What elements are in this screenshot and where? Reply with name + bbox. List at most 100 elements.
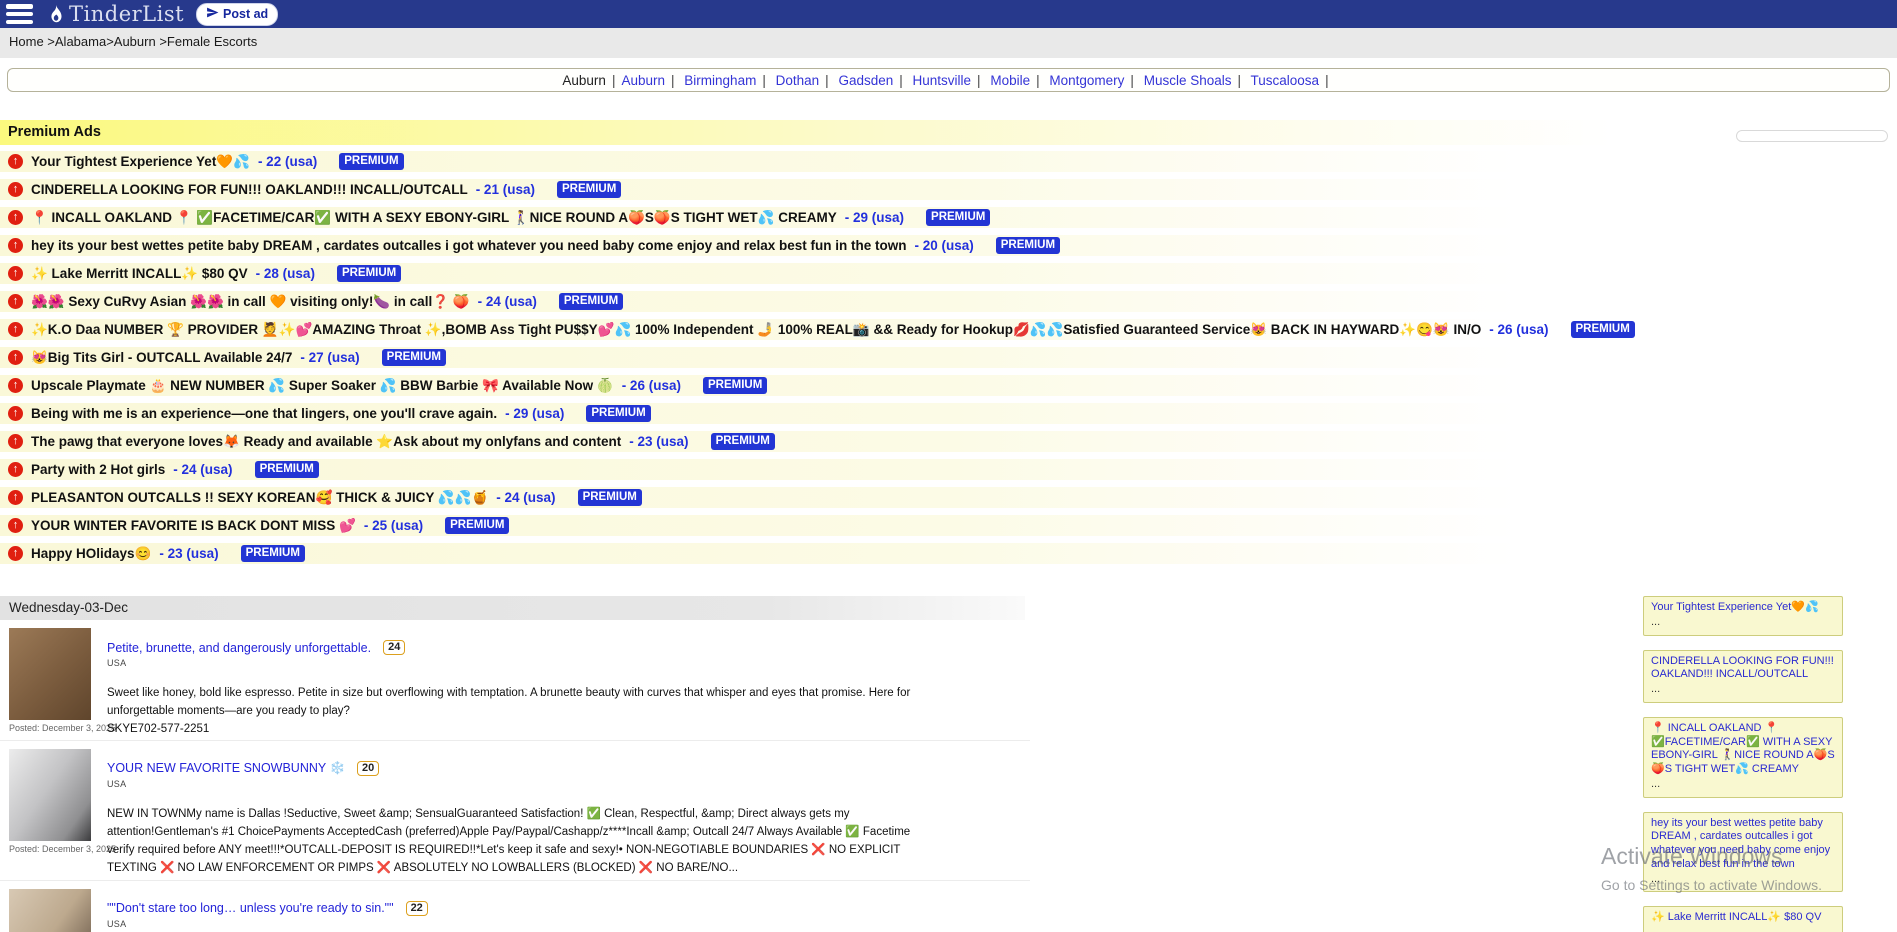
- premium-ad-title-link[interactable]: Happy HOlidays😊: [31, 546, 151, 562]
- premium-ad-age: - 24 (usa): [478, 294, 537, 309]
- bump-up-icon: ↑: [8, 210, 23, 225]
- premium-ad-age: - 27 (usa): [300, 350, 359, 365]
- premium-ad-age: - 25 (usa): [364, 518, 423, 533]
- premium-badge: PREMIUM: [926, 209, 990, 226]
- city-link[interactable]: Muscle Shoals: [1144, 73, 1232, 88]
- premium-ad-title-link[interactable]: Your Tightest Experience Yet🧡💦: [31, 154, 250, 170]
- city-separator: |: [899, 73, 903, 88]
- premium-ad-row[interactable]: ↑ hey its your best wettes petite baby D…: [0, 235, 1897, 256]
- listing-thumbnail[interactable]: [9, 749, 91, 841]
- listing-title-link[interactable]: ""Don't stare too long… unless you're re…: [107, 901, 394, 915]
- premium-badge: PREMIUM: [445, 517, 509, 534]
- bump-up-icon: ↑: [8, 294, 23, 309]
- listing-posted-date: Posted: December 3, 2025: [9, 844, 94, 854]
- premium-ads-title: Premium Ads: [0, 120, 1897, 145]
- premium-ad-title-link[interactable]: Party with 2 Hot girls: [31, 462, 165, 477]
- empty-input-box[interactable]: [1736, 130, 1888, 142]
- premium-ad-row[interactable]: ↑ The pawg that everyone loves🦊 Ready an…: [0, 431, 1897, 452]
- premium-ad-title-link[interactable]: YOUR WINTER FAVORITE IS BACK DONT MISS 💕: [31, 518, 356, 534]
- premium-ad-title-link[interactable]: The pawg that everyone loves🦊 Ready and …: [31, 434, 621, 450]
- hamburger-menu-icon[interactable]: [6, 4, 33, 24]
- sidebar-ad-box[interactable]: Your Tightest Experience Yet🧡💦 ...: [1643, 596, 1843, 636]
- premium-ad-title-link[interactable]: 📍 INCALL OAKLAND 📍 ✅FACETIME/CAR✅ WITH A…: [31, 210, 837, 226]
- premium-ad-title-link[interactable]: PLEASANTON OUTCALLS !! SEXY KOREAN🥰 THIC…: [31, 490, 488, 506]
- bump-up-icon: ↑: [8, 350, 23, 365]
- city-separator: |: [1036, 73, 1040, 88]
- premium-ad-title-link[interactable]: 🌺🌺 Sexy CuRvy Asian 🌺🌺 in call 🧡 visitin…: [31, 294, 470, 310]
- premium-ad-title-link[interactable]: hey its your best wettes petite baby DRE…: [31, 238, 906, 253]
- sidebar-ad-link[interactable]: Your Tightest Experience Yet🧡💦: [1651, 601, 1835, 615]
- city-separator: |: [1130, 73, 1134, 88]
- listing-location: USA: [107, 658, 1030, 668]
- post-ad-button[interactable]: Post ad: [196, 3, 278, 26]
- premium-ad-age: - 23 (usa): [159, 546, 218, 561]
- bump-up-icon: ↑: [8, 182, 23, 197]
- premium-ad-row[interactable]: ↑ YOUR WINTER FAVORITE IS BACK DONT MISS…: [0, 515, 1897, 536]
- premium-ad-row[interactable]: ↑ Party with 2 Hot girls - 24 (usa) PREM…: [0, 459, 1897, 480]
- listing-thumb-column: Posted: December 3, 2025: [9, 628, 94, 738]
- flame-icon: [45, 3, 67, 25]
- sidebar-ad-link[interactable]: hey its your best wettes petite baby DRE…: [1651, 817, 1835, 872]
- premium-ad-row[interactable]: ↑ 😻Big Tits Girl - OUTCALL Available 24/…: [0, 347, 1897, 368]
- premium-ad-row[interactable]: ↑ PLEASANTON OUTCALLS !! SEXY KOREAN🥰 TH…: [0, 487, 1897, 508]
- premium-badge: PREMIUM: [337, 265, 401, 282]
- sidebar-ad-link[interactable]: 📍 INCALL OAKLAND 📍 ✅FACETIME/CAR✅ WITH A…: [1651, 722, 1835, 777]
- premium-ad-row[interactable]: ↑ Being with me is an experience—one tha…: [0, 403, 1897, 424]
- premium-ad-row[interactable]: ↑ Upscale Playmate 🎂 NEW NUMBER 💦 Super …: [0, 375, 1897, 396]
- listing-body: ""Don't stare too long… unless you're re…: [107, 889, 1030, 932]
- city-link[interactable]: Montgomery: [1049, 73, 1124, 88]
- sidebar-ad-more: ...: [1651, 616, 1835, 630]
- paper-plane-icon: [206, 6, 219, 22]
- premium-ad-title-link[interactable]: Being with me is an experience—one that …: [31, 406, 497, 421]
- premium-badge: PREMIUM: [255, 461, 319, 478]
- sidebar-ad-link[interactable]: CINDERELLA LOOKING FOR FUN!!! OAKLAND!!!…: [1651, 655, 1835, 683]
- premium-ad-row[interactable]: ↑ 🌺🌺 Sexy CuRvy Asian 🌺🌺 in call 🧡 visit…: [0, 291, 1897, 312]
- bump-up-icon: ↑: [8, 378, 23, 393]
- premium-badge: PREMIUM: [559, 293, 623, 310]
- premium-ad-age: - 29 (usa): [505, 406, 564, 421]
- listing-header: YOUR NEW FAVORITE SNOWBUNNY ❄️ 20: [107, 761, 1030, 776]
- top-header: TinderList Post ad: [0, 0, 1897, 28]
- premium-ad-row[interactable]: ↑ Your Tightest Experience Yet🧡💦 - 22 (u…: [0, 151, 1897, 172]
- premium-ad-title-link[interactable]: 😻Big Tits Girl - OUTCALL Available 24/7: [31, 350, 292, 366]
- city-link[interactable]: Birmingham: [684, 73, 756, 88]
- listing-title-link[interactable]: Petite, brunette, and dangerously unforg…: [107, 641, 371, 655]
- premium-ad-row[interactable]: ↑ 📍 INCALL OAKLAND 📍 ✅FACETIME/CAR✅ WITH…: [0, 207, 1897, 228]
- premium-ad-title-link[interactable]: ✨K.O Daa NUMBER 🏆 PROVIDER 💆✨💕AMAZING Th…: [31, 322, 1481, 338]
- city-link[interactable]: Huntsville: [913, 73, 972, 88]
- premium-ad-age: - 24 (usa): [496, 490, 555, 505]
- city-link[interactable]: Gadsden: [838, 73, 893, 88]
- post-ad-label: Post ad: [223, 7, 268, 21]
- premium-badge: PREMIUM: [557, 181, 621, 198]
- premium-ad-row[interactable]: ↑ CINDERELLA LOOKING FOR FUN!!! OAKLAND!…: [0, 179, 1897, 200]
- listing-thumbnail[interactable]: [9, 628, 91, 720]
- city-link[interactable]: Tuscaloosa: [1251, 73, 1320, 88]
- sidebar-ad-box[interactable]: CINDERELLA LOOKING FOR FUN!!! OAKLAND!!!…: [1643, 650, 1843, 703]
- premium-ads-list: ↑ Your Tightest Experience Yet🧡💦 - 22 (u…: [0, 151, 1897, 564]
- premium-ad-row[interactable]: ↑ ✨ Lake Merritt INCALL✨ $80 QV - 28 (us…: [0, 263, 1897, 284]
- premium-badge: PREMIUM: [241, 545, 305, 562]
- premium-badge: PREMIUM: [1571, 321, 1635, 338]
- premium-ad-row[interactable]: ↑ ✨K.O Daa NUMBER 🏆 PROVIDER 💆✨💕AMAZING …: [0, 319, 1897, 340]
- sidebar-ad-box[interactable]: hey its your best wettes petite baby DRE…: [1643, 812, 1843, 893]
- listing-body: Petite, brunette, and dangerously unforg…: [107, 628, 1030, 738]
- premium-ad-title-link[interactable]: CINDERELLA LOOKING FOR FUN!!! OAKLAND!!!…: [31, 182, 468, 197]
- city-link[interactable]: Auburn: [621, 73, 665, 88]
- listing-age-badge: 24: [383, 640, 405, 655]
- premium-ad-title-link[interactable]: ✨ Lake Merritt INCALL✨ $80 QV: [31, 266, 248, 282]
- listing-header: Petite, brunette, and dangerously unforg…: [107, 640, 1030, 655]
- sidebar-ad-link[interactable]: ✨ Lake Merritt INCALL✨ $80 QV: [1651, 911, 1835, 925]
- premium-ad-title-link[interactable]: Upscale Playmate 🎂 NEW NUMBER 💦 Super So…: [31, 378, 614, 394]
- breadcrumb[interactable]: Home >Alabama>Auburn >Female Escorts: [0, 28, 1897, 58]
- listing-thumbnail[interactable]: [9, 889, 91, 932]
- sidebar-ad-box[interactable]: 📍 INCALL OAKLAND 📍 ✅FACETIME/CAR✅ WITH A…: [1643, 717, 1843, 798]
- listings-list: Posted: December 3, 2025 Petite, brunett…: [0, 620, 1030, 932]
- premium-badge: PREMIUM: [711, 433, 775, 450]
- city-link[interactable]: Dothan: [776, 73, 820, 88]
- city-link[interactable]: Mobile: [990, 73, 1030, 88]
- site-logo[interactable]: TinderList: [45, 2, 184, 26]
- premium-ad-row[interactable]: ↑ Happy HOlidays😊 - 23 (usa) PREMIUM: [0, 543, 1897, 564]
- listing-title-link[interactable]: YOUR NEW FAVORITE SNOWBUNNY ❄️: [107, 761, 345, 776]
- sidebar-ad-box[interactable]: ✨ Lake Merritt INCALL✨ $80 QV ...: [1643, 906, 1843, 932]
- listing-contact-line: SKYE702-577-2251: [107, 721, 1030, 739]
